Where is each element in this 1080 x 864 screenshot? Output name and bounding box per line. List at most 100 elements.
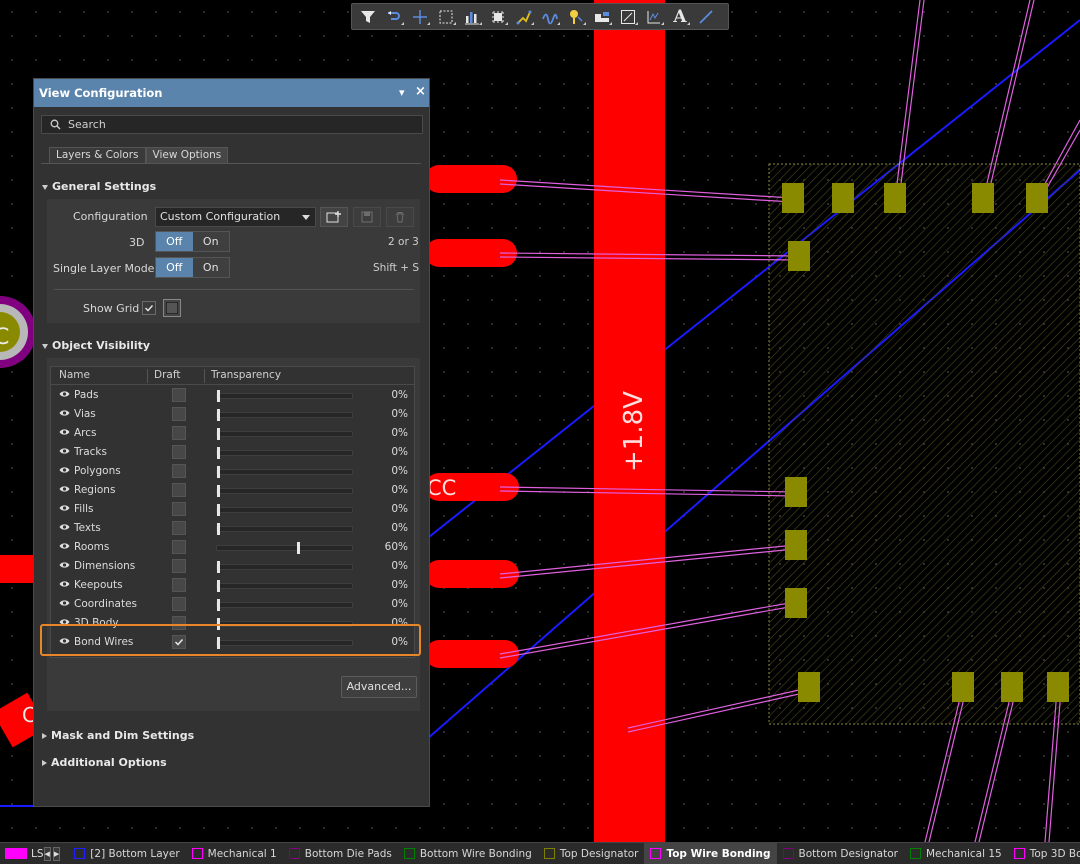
draft-checkbox[interactable] [172,388,186,402]
draft-checkbox[interactable] [172,483,186,497]
draft-checkbox[interactable] [172,502,186,516]
draft-checkbox[interactable] [172,635,186,649]
grid-color-swatch[interactable] [163,299,181,317]
transparency-slider[interactable] [216,618,353,630]
slider-thumb[interactable] [217,618,220,630]
single-layer-off-button[interactable]: Off [156,258,193,277]
tab-layers-colors[interactable]: Layers & Colors [49,147,146,164]
eye-icon[interactable] [59,428,70,436]
transparency-slider[interactable] [216,542,353,554]
delete-button[interactable] [386,207,414,227]
line-button[interactable] [693,5,719,28]
eye-icon[interactable] [59,561,70,569]
pin-button[interactable] [563,5,589,28]
three-d-off-button[interactable]: Off [156,232,193,251]
transparency-slider[interactable] [216,599,353,611]
layer-next-button[interactable]: ▶ [52,846,61,861]
additional-options-header[interactable]: Additional Options [42,756,167,769]
slider-thumb[interactable] [217,561,220,573]
slider-thumb[interactable] [217,428,220,440]
layer-tab[interactable]: Mechanical 1 [186,843,283,864]
eye-icon[interactable] [59,485,70,493]
slider-thumb[interactable] [297,542,300,554]
save-config-button[interactable] [320,207,348,227]
general-settings-header[interactable]: General Settings [42,180,156,193]
transparency-slider[interactable] [216,523,353,535]
slider-thumb[interactable] [217,599,220,611]
transparency-slider[interactable] [216,409,353,421]
slider-thumb[interactable] [217,523,220,535]
layer-tab[interactable]: Mechanical 15 [904,843,1008,864]
transparency-slider[interactable] [216,580,353,592]
slider-thumb[interactable] [217,409,220,421]
panel-close-icon[interactable]: × [415,84,426,99]
slider-thumb[interactable] [217,637,220,649]
slider-thumb[interactable] [217,580,220,592]
layer-tab[interactable]: Top Designator [538,843,645,864]
search-input[interactable]: Search [41,115,423,134]
transparency-slider[interactable] [216,637,353,649]
tab-view-options[interactable]: View Options [145,147,229,164]
layer-tab[interactable]: Top Wire Bonding [644,843,777,864]
single-layer-on-button[interactable]: On [192,258,229,277]
cross-button[interactable] [407,5,433,28]
draft-checkbox[interactable] [172,578,186,592]
eye-icon[interactable] [59,447,70,455]
mask-dim-settings-header[interactable]: Mask and Dim Settings [42,729,194,742]
draft-checkbox[interactable] [172,521,186,535]
slider-thumb[interactable] [217,466,220,478]
layer-prev-button[interactable]: ◀ [43,846,51,861]
route-button[interactable] [381,5,407,28]
slider-thumb[interactable] [217,447,220,459]
draft-checkbox[interactable] [172,426,186,440]
draft-checkbox[interactable] [172,540,186,554]
draft-checkbox[interactable] [172,597,186,611]
interactive-route-button[interactable] [511,5,537,28]
layer-tab[interactable]: Bottom Wire Bonding [398,843,538,864]
transparency-slider[interactable] [216,447,353,459]
slider-thumb[interactable] [217,504,220,516]
graph-button[interactable] [641,5,667,28]
panel-menu-icon[interactable]: ▾ [399,86,405,99]
layer-tab[interactable]: Bottom Die Pads [283,843,398,864]
layer-tab[interactable]: Bottom Designator [777,843,904,864]
eye-icon[interactable] [59,409,70,417]
transparency-slider[interactable] [216,485,353,497]
dimension-button[interactable] [615,5,641,28]
eye-icon[interactable] [59,466,70,474]
eye-icon[interactable] [59,637,70,645]
show-grid-checkbox[interactable] [142,301,156,315]
draft-checkbox[interactable] [172,464,186,478]
three-d-on-button[interactable]: On [192,232,229,251]
draft-checkbox[interactable] [172,616,186,630]
text-button[interactable]: A [667,5,693,28]
select-rect-button[interactable] [433,5,459,28]
chart-button[interactable] [459,5,485,28]
panel-title-bar[interactable]: View Configuration ▾ × [34,79,429,107]
transparency-slider[interactable] [216,466,353,478]
transparency-slider[interactable] [216,390,353,402]
eye-icon[interactable] [59,580,70,588]
net-button[interactable] [537,5,563,28]
layer-set-button[interactable]: LS [0,843,44,864]
draft-checkbox[interactable] [172,445,186,459]
eye-icon[interactable] [59,618,70,626]
eye-icon[interactable] [59,504,70,512]
transparency-slider[interactable] [216,504,353,516]
layer-tab[interactable]: Top 3D Body [1008,843,1080,864]
transparency-slider[interactable] [216,428,353,440]
transparency-slider[interactable] [216,561,353,573]
eye-icon[interactable] [59,390,70,398]
object-visibility-header[interactable]: Object Visibility [42,339,150,352]
advanced-button[interactable]: Advanced... [341,676,417,698]
draft-checkbox[interactable] [172,559,186,573]
draft-checkbox[interactable] [172,407,186,421]
save-button[interactable] [353,207,381,227]
eye-icon[interactable] [59,523,70,531]
eye-icon[interactable] [59,542,70,550]
component-button[interactable] [485,5,511,28]
filter-button[interactable] [355,5,381,28]
slider-thumb[interactable] [217,485,220,497]
slider-thumb[interactable] [217,390,220,402]
eye-icon[interactable] [59,599,70,607]
